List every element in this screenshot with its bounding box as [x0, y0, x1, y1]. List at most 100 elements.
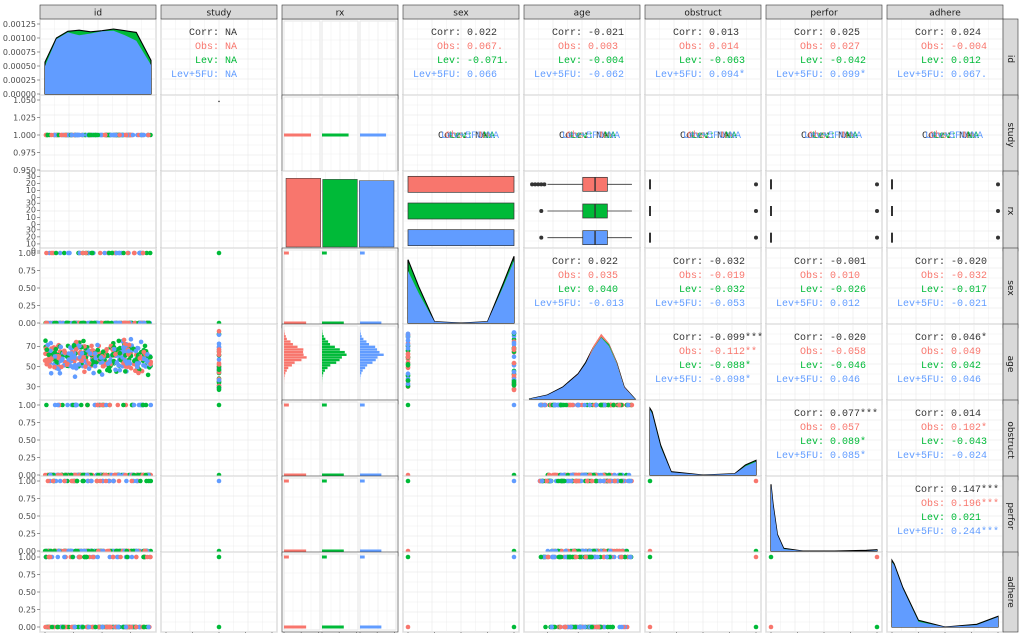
- y-tick-label: 0.50: [18, 588, 36, 597]
- scatter-point-obs: [123, 132, 129, 138]
- panel-id-age: Corr: -0.021 Obs: 0.003 Lev: -0.004 Lev+5FU: -0…: [523, 18, 641, 100]
- scatter-point-lev: [123, 369, 128, 374]
- scatter-point-lev5fu: [216, 377, 222, 383]
- corr-label: Lev+5FU:: [171, 70, 219, 81]
- corr-value: NA: [225, 56, 237, 67]
- panel-perfor-age: [523, 475, 641, 557]
- corr-value: -0.043: [951, 437, 987, 448]
- scatter-point-lev: [511, 379, 517, 384]
- panel-adhere-age: [523, 551, 641, 633]
- scatter-point-lev: [89, 250, 94, 256]
- hist-bar-lev5fu: [360, 335, 362, 338]
- panel-obstruct-sex: [402, 399, 520, 481]
- corr-value: NA: [225, 42, 237, 53]
- rx-count-bar-lev: [322, 179, 358, 248]
- corr-overlap-label: Lev+5FU:: [441, 131, 489, 142]
- corr-overlap-value: NA: [850, 131, 862, 142]
- scatter-point-lev5fu: [86, 366, 92, 372]
- panel-study-id: [39, 94, 157, 176]
- hist-bar-obs: [284, 343, 293, 346]
- y-tick-label: 0.975: [13, 148, 36, 157]
- y-axis-study: 0.9500.9751.0001.0251.050: [13, 96, 40, 175]
- scatter-point-lev5fu: [48, 371, 54, 376]
- panel-study-perfor: Corr: NAObs: NALev: NALev+5FU:NA: [765, 94, 883, 176]
- hist-bar-lev: [322, 625, 344, 629]
- top-strip-sex: sex: [402, 4, 520, 20]
- corr-value: 0.024: [951, 28, 981, 39]
- corr-value: 0.022: [588, 257, 618, 268]
- panel-perfor-adhere: Corr: 0.147*** Obs: 0.196*** Lev: 0.021 Lev+5F…: [886, 475, 1004, 557]
- scatter-point-lev5fu: [619, 624, 624, 630]
- top-strip-id: id: [39, 4, 157, 20]
- hist-bar-obs: [284, 479, 289, 483]
- scatter-point-lev5fu: [55, 402, 61, 408]
- scatter-point-obs: [647, 624, 653, 630]
- corr-value: 0.012: [830, 299, 860, 310]
- panel-obstruct-rx: [281, 399, 399, 481]
- y-tick-label: 30: [26, 225, 36, 234]
- panel-study-sex: Corr: NAObs: NALev: NALev+5FU:NA: [402, 94, 520, 176]
- scatter-point-lev5fu: [115, 624, 121, 630]
- corr-label: Corr:: [552, 257, 582, 268]
- y-axis-obstruct: 0.000.250.500.751.00: [18, 401, 40, 480]
- scatter-point-lev: [141, 624, 147, 630]
- scatter-point-lev5fu: [109, 132, 114, 138]
- y-tick-label: 1.000: [13, 131, 36, 140]
- scatter-point-lev5fu: [130, 132, 136, 138]
- corr-label: Lev:: [437, 56, 461, 67]
- corr-value: -0.001: [830, 257, 866, 268]
- scatter-point-lev5fu: [216, 357, 222, 362]
- panel-obstruct-obstruct: [644, 399, 762, 481]
- scatter-point-lev5fu: [511, 478, 517, 484]
- corr-label: Corr:: [673, 333, 703, 344]
- scatter-point-lev: [49, 624, 55, 630]
- corr-value: 0.027: [830, 42, 860, 53]
- scatter-point-lev5fu: [100, 624, 105, 630]
- scatter-point-lev5fu: [144, 357, 149, 363]
- y-tick-label: 0.25: [18, 301, 36, 310]
- scatter-point-lev5fu: [539, 478, 545, 484]
- scatter-point-lev5fu: [511, 354, 517, 360]
- scatter-point-lev5fu: [69, 132, 74, 138]
- corr-value: 0.014: [709, 42, 739, 53]
- scatter-point-lev: [216, 367, 222, 373]
- corr-label: Obs:: [558, 41, 582, 53]
- corr-label: Corr:: [915, 257, 945, 268]
- scatter-point-lev: [78, 402, 84, 408]
- panel-age-sex: [402, 323, 520, 405]
- panel-study-obstruct: Corr: NAObs: NALev: NALev+5FU:NA: [644, 94, 762, 176]
- outlier-point: [996, 235, 1000, 240]
- panel-id-study: Corr: NA Obs: NA Lev: NA Lev+5FU: NA: [160, 18, 278, 100]
- hist-bar-lev: [322, 403, 327, 407]
- scatter-point-lev: [145, 372, 151, 378]
- scatter-point-obs: [137, 356, 143, 361]
- panel-rx-sex: [402, 170, 520, 252]
- scatter-point-obs: [43, 624, 48, 630]
- y-axis-rx: 010203001020300102030: [26, 172, 40, 256]
- scatter-point-lev: [647, 478, 653, 484]
- panel-id-sex: Corr: 0.022 Obs: 0.067. Lev: -0.071. Lev+5FU: 0…: [402, 18, 520, 100]
- right-strip-id: id: [1002, 18, 1019, 100]
- scatter-point-obs: [216, 362, 222, 367]
- scatter-point-lev5fu: [216, 478, 222, 484]
- right-strip-rx: rx: [1002, 170, 1019, 252]
- scatter-point-lev5fu: [405, 332, 411, 338]
- hist-bar-obs: [284, 345, 298, 349]
- corr-label: Lev+5FU:: [897, 527, 945, 538]
- outlier-point: [542, 182, 547, 187]
- scatter-point-obs: [589, 478, 595, 484]
- hist-bar-lev: [322, 356, 342, 359]
- hist-bar-lev5fu: [360, 361, 373, 364]
- corr-label: Corr:: [673, 257, 703, 268]
- box-lev5fu: [407, 229, 515, 247]
- scatter-point-obs: [62, 132, 68, 138]
- corr-label: Lev:: [558, 56, 582, 67]
- panel-sex-study: [160, 247, 278, 329]
- corr-value: 0.022: [467, 28, 497, 39]
- panel-adhere-study: [160, 551, 278, 633]
- hist-bar-lev: [322, 479, 327, 483]
- right-strip-label: id: [1005, 55, 1015, 63]
- corr-label: Corr:: [915, 485, 945, 496]
- y-tick-label: 0.75: [18, 570, 36, 579]
- outlier-point: [754, 209, 758, 213]
